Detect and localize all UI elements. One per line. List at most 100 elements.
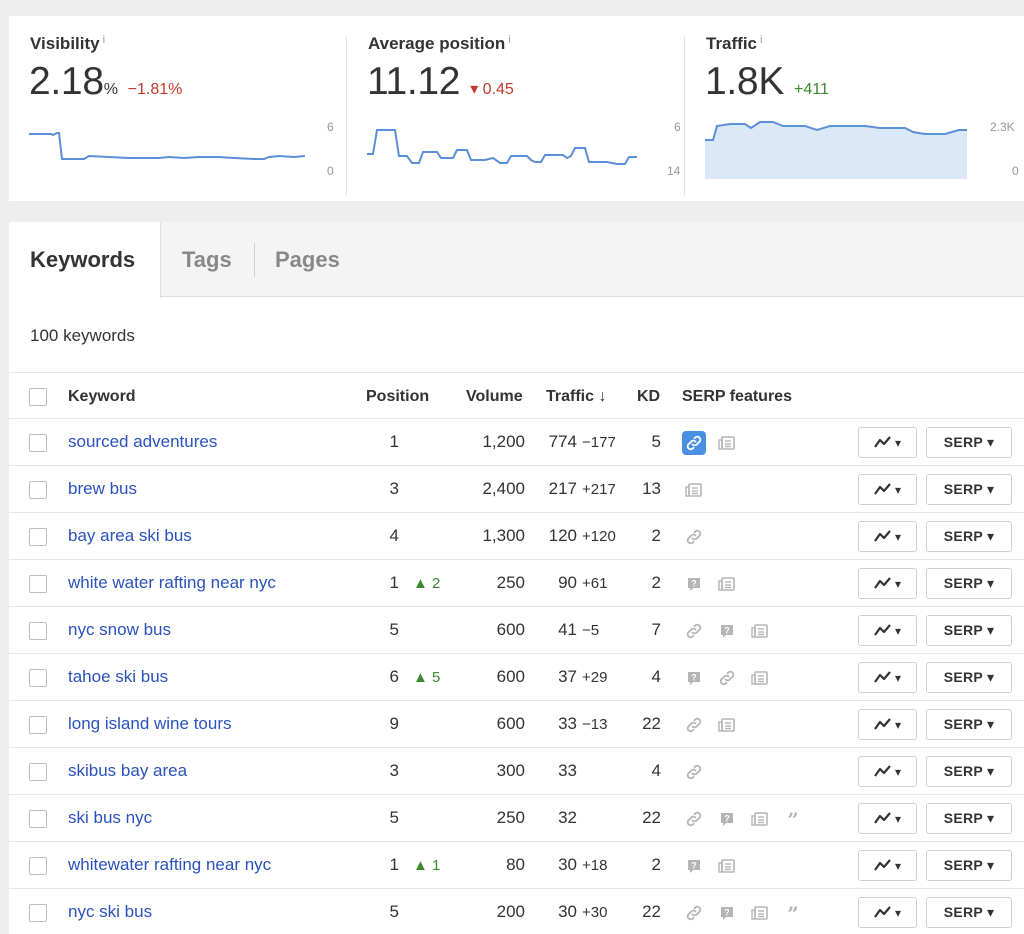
trend-dropdown-button[interactable]: ▾ (858, 474, 917, 505)
news-icon[interactable] (715, 431, 739, 455)
question-icon[interactable]: ? (682, 666, 706, 690)
svg-text:?: ? (691, 579, 697, 589)
col-position[interactable]: Position (366, 388, 429, 406)
keyword-link[interactable]: ski bus nyc (68, 808, 152, 828)
news-icon[interactable] (748, 619, 772, 643)
keyword-link[interactable]: skibus bay area (68, 761, 187, 781)
serp-dropdown-button[interactable]: SERP ▾ (926, 427, 1012, 458)
trend-dropdown-button[interactable]: ▾ (858, 756, 917, 787)
link-icon[interactable] (682, 901, 706, 925)
link-icon[interactable] (682, 431, 706, 455)
serp-dropdown-button[interactable]: SERP ▾ (926, 615, 1012, 646)
news-icon[interactable] (748, 666, 772, 690)
keyword-link[interactable]: bay area ski bus (68, 526, 192, 546)
news-icon[interactable] (682, 478, 706, 502)
row-checkbox[interactable] (29, 904, 47, 922)
trend-icon (874, 436, 891, 448)
row-checkbox[interactable] (29, 810, 47, 828)
question-icon[interactable]: ? (715, 807, 739, 831)
col-volume[interactable]: Volume (466, 388, 523, 406)
kd-value: 22 (642, 902, 661, 921)
tab-pages[interactable]: Pages (275, 222, 340, 297)
news-icon[interactable] (715, 713, 739, 737)
select-all-checkbox[interactable] (29, 388, 47, 406)
serp-dropdown-button[interactable]: SERP ▾ (926, 897, 1012, 928)
trend-dropdown-button[interactable]: ▾ (858, 427, 917, 458)
row-checkbox[interactable] (29, 575, 47, 593)
question-icon[interactable]: ? (715, 901, 739, 925)
news-icon[interactable] (748, 901, 772, 925)
trend-dropdown-button[interactable]: ▾ (858, 521, 917, 552)
news-icon[interactable] (748, 807, 772, 831)
position-value: 3 (389, 761, 399, 780)
serp-dropdown-button[interactable]: SERP ▾ (926, 756, 1012, 787)
trend-caret: ▾ (894, 718, 902, 732)
position-value: 5 (389, 902, 399, 921)
avg-position-delta: ▾ 0.45 (470, 81, 514, 98)
traffic-value: 33 (558, 761, 577, 780)
row-checkbox[interactable] (29, 857, 47, 875)
trend-dropdown-button[interactable]: ▾ (858, 615, 917, 646)
row-checkbox[interactable] (29, 622, 47, 640)
link-icon[interactable] (682, 760, 706, 784)
question-icon[interactable]: ? (682, 572, 706, 596)
trend-dropdown-button[interactable]: ▾ (858, 709, 917, 740)
serp-dropdown-button[interactable]: SERP ▾ (926, 803, 1012, 834)
col-kd[interactable]: KD (637, 388, 660, 406)
info-icon[interactable]: i (760, 34, 762, 46)
row-checkbox[interactable] (29, 763, 47, 781)
news-icon[interactable] (715, 572, 739, 596)
kd-value: 13 (642, 479, 661, 498)
link-icon[interactable] (682, 713, 706, 737)
row-checkbox[interactable] (29, 434, 47, 452)
serp-dropdown-button[interactable]: SERP ▾ (926, 474, 1012, 505)
volume-value: 80 (506, 855, 525, 874)
quote-icon[interactable]: ” (781, 901, 805, 926)
news-icon[interactable] (715, 854, 739, 878)
traffic-axis-bottom: 0 (1012, 164, 1019, 178)
trend-dropdown-button[interactable]: ▾ (858, 568, 917, 599)
link-icon[interactable] (682, 525, 706, 549)
row-checkbox[interactable] (29, 716, 47, 734)
avg-position-value: 11.12 (367, 60, 461, 103)
keyword-link[interactable]: brew bus (68, 479, 137, 499)
serp-dropdown-button[interactable]: SERP ▾ (926, 709, 1012, 740)
keyword-link[interactable]: white water rafting near nyc (68, 573, 276, 593)
col-serp-features[interactable]: SERP features (682, 388, 792, 406)
trend-dropdown-button[interactable]: ▾ (858, 662, 917, 693)
info-icon[interactable]: i (508, 34, 510, 46)
col-keyword[interactable]: Keyword (68, 388, 136, 406)
link-icon[interactable] (682, 807, 706, 831)
tab-keywords[interactable]: Keywords (9, 222, 161, 298)
question-icon[interactable]: ? (682, 854, 706, 878)
serp-dropdown-button[interactable]: SERP ▾ (926, 568, 1012, 599)
trend-dropdown-button[interactable]: ▾ (858, 850, 917, 881)
keyword-link[interactable]: long island wine tours (68, 714, 231, 734)
keyword-link[interactable]: whitewater rafting near nyc (68, 855, 271, 875)
col-traffic[interactable]: Traffic ↓ (546, 388, 606, 406)
link-icon[interactable] (715, 666, 739, 690)
question-icon[interactable]: ? (715, 619, 739, 643)
traffic-metric: Traffic i 1.8K +411 2.3K 0 (685, 16, 1024, 201)
serp-dropdown-button[interactable]: SERP ▾ (926, 521, 1012, 552)
trend-caret: ▾ (894, 530, 902, 544)
visibility-label: Visibility (30, 34, 100, 53)
tab-tags[interactable]: Tags (182, 222, 232, 297)
serp-dropdown-button[interactable]: SERP ▾ (926, 662, 1012, 693)
volume-value: 2,400 (482, 479, 525, 498)
quote-icon[interactable]: ” (781, 807, 805, 832)
link-icon[interactable] (682, 619, 706, 643)
row-checkbox[interactable] (29, 481, 47, 499)
trend-dropdown-button[interactable]: ▾ (858, 803, 917, 834)
trend-dropdown-button[interactable]: ▾ (858, 897, 917, 928)
traffic-value: 774 (548, 432, 577, 451)
row-checkbox[interactable] (29, 528, 47, 546)
traffic-value: 90 (558, 573, 577, 592)
row-checkbox[interactable] (29, 669, 47, 687)
keyword-link[interactable]: nyc snow bus (68, 620, 171, 640)
keyword-link[interactable]: tahoe ski bus (68, 667, 168, 687)
info-icon[interactable]: i (103, 34, 105, 46)
keyword-link[interactable]: sourced adventures (68, 432, 217, 452)
serp-dropdown-button[interactable]: SERP ▾ (926, 850, 1012, 881)
keyword-link[interactable]: nyc ski bus (68, 902, 152, 922)
